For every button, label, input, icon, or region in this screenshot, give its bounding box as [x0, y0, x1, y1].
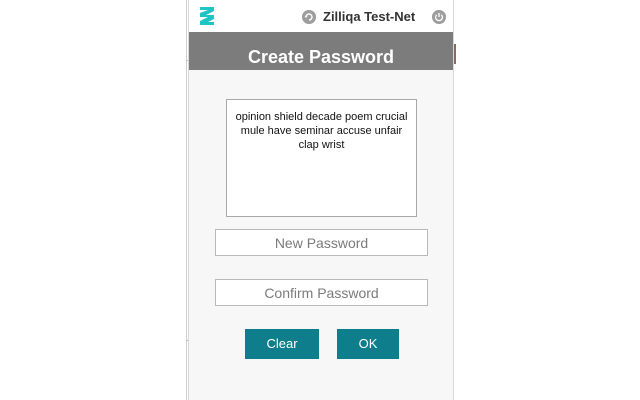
power-icon[interactable] — [432, 10, 446, 24]
clear-button[interactable]: Clear — [245, 329, 319, 359]
ok-button[interactable]: OK — [337, 329, 399, 359]
confirm-password-field[interactable] — [215, 279, 428, 306]
refresh-icon[interactable] — [302, 10, 316, 24]
zilliqa-logo-icon — [200, 7, 214, 25]
top-bar: Zilliqa Test-Net — [189, 0, 453, 34]
wallet-popup: Zilliqa Test-Net Create Password opinion… — [188, 0, 454, 400]
page-title: Create Password — [247, 47, 395, 67]
seed-phrase-display: opinion shield decade poem crucial mule … — [226, 99, 417, 217]
background-fragment — [454, 44, 456, 64]
new-password-field[interactable] — [215, 229, 428, 256]
network-name[interactable]: Zilliqa Test-Net — [323, 9, 415, 24]
